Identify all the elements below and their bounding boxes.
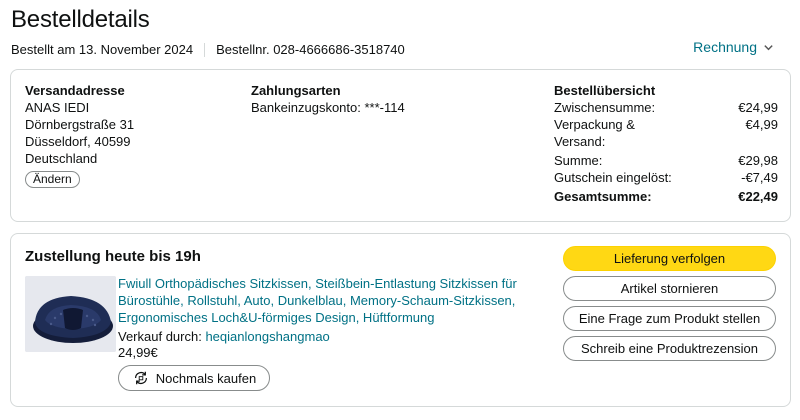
write-review-button[interactable]: Schreib eine Produktrezension [563, 336, 776, 361]
seller-prefix: Verkauf durch: [118, 329, 202, 344]
summary-total-value: €22,49 [738, 189, 778, 204]
ask-question-button[interactable]: Eine Frage zum Produkt stellen [563, 306, 776, 331]
buy-again-label: Nochmals kaufen [155, 370, 257, 386]
shipping-address: Versandadresse ANAS IEDI Dörnbergstraße … [25, 82, 134, 188]
seller-link[interactable]: heqianlongshangmao [205, 329, 329, 344]
seller-row: Verkauf durch: heqianlongshangmao [118, 329, 330, 344]
change-address-button[interactable]: Ändern [25, 171, 80, 188]
page-title: Bestelldetails [11, 6, 150, 33]
buy-again-button[interactable]: Nochmals kaufen [118, 365, 270, 391]
product-image[interactable] [25, 276, 116, 352]
summary-label: Verpackung & Versand: [554, 117, 635, 149]
order-info-box: Versandadresse ANAS IEDI Dörnbergstraße … [10, 69, 791, 222]
order-meta: Bestellt am 13. November 2024 Bestellnr.… [11, 42, 405, 57]
summary-row-subtotal: Zwischensumme: €24,99 [554, 99, 778, 116]
shipping-heading: Versandadresse [25, 83, 125, 98]
cancel-item-button[interactable]: Artikel stornieren [563, 276, 776, 301]
payment-heading: Zahlungsarten [251, 83, 341, 98]
address-line: Dörnbergstraße 31 [25, 117, 135, 132]
summary-row-total: Gesamtsumme: €22,49 [554, 188, 778, 205]
order-number: Bestellnr. 028-4666686-3518740 [216, 42, 405, 57]
summary-label: Summe: [554, 153, 603, 168]
summary-row-coupon: Gutschein eingelöst: -€7,49 [554, 169, 778, 186]
order-summary: Bestellübersicht Zwischensumme: €24,99 V… [554, 82, 778, 205]
delivery-box: Zustellung heute bis 19h Fwiull Orthopäd… [10, 233, 791, 407]
seat-cushion-image [25, 276, 116, 352]
summary-total-label: Gesamtsumme: [554, 189, 652, 204]
summary-row-shipping: Verpackung & Versand: €4,99 [554, 116, 778, 150]
payment-method: Bankeinzugskonto: ***-114 [251, 100, 405, 115]
invoice-label: Rechnung [693, 39, 757, 55]
order-date: Bestellt am 13. November 2024 [11, 42, 194, 57]
invoice-dropdown[interactable]: Rechnung [693, 39, 774, 55]
summary-value: €24,99 [738, 100, 778, 115]
address-line: Deutschland [25, 151, 98, 166]
product-price: 24,99€ [118, 345, 158, 360]
address-line: Düsseldorf, 40599 [25, 134, 131, 149]
summary-value: €29,98 [738, 153, 778, 168]
payment-methods: Zahlungsarten Bankeinzugskonto: ***-114 [251, 82, 405, 116]
summary-heading: Bestellübersicht [554, 83, 656, 98]
summary-row-sum: Summe: €29,98 [554, 152, 778, 169]
summary-label: Gutschein eingelöst: [554, 170, 672, 185]
chevron-down-icon [764, 44, 773, 50]
address-line: ANAS IEDI [25, 100, 90, 115]
meta-divider [204, 42, 206, 57]
reorder-icon [134, 371, 147, 385]
summary-value: -€7,49 [741, 170, 778, 185]
delivery-heading: Zustellung heute bis 19h [25, 248, 201, 265]
summary-label: Zwischensumme: [554, 100, 656, 115]
track-delivery-button[interactable]: Lieferung verfolgen [563, 246, 776, 271]
product-title-link[interactable]: Fwiull Orthopädisches Sitzkissen, Steißb… [118, 275, 548, 326]
summary-value: €4,99 [745, 117, 778, 132]
